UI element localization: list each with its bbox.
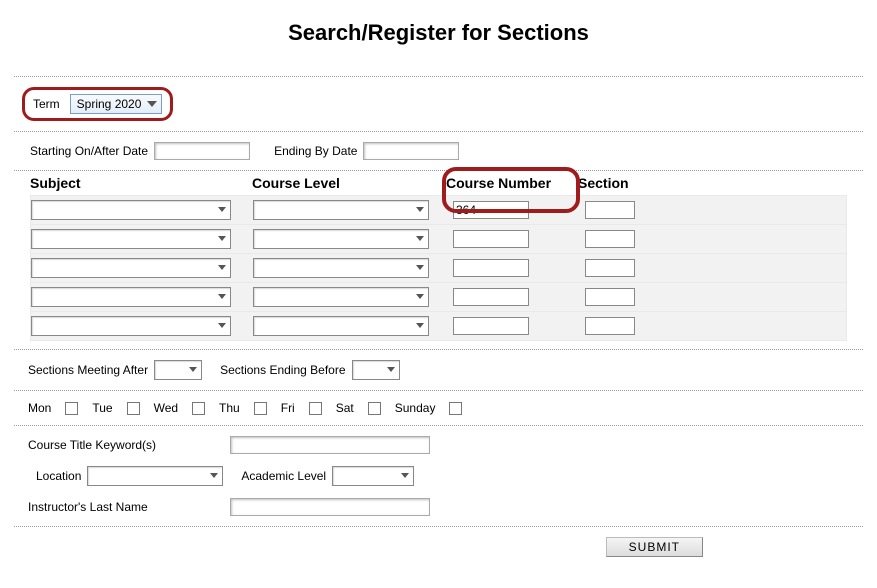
location-select[interactable]: [87, 466, 223, 486]
course-number-input[interactable]: [453, 230, 529, 248]
section-input[interactable]: [585, 317, 635, 335]
divider: [14, 349, 863, 350]
day-thu-checkbox[interactable]: [254, 402, 267, 415]
day-sat-checkbox[interactable]: [368, 402, 381, 415]
page-title: Search/Register for Sections: [14, 20, 863, 46]
start-date-input[interactable]: [154, 142, 250, 160]
chevron-down-icon: [387, 367, 395, 373]
level-select[interactable]: [253, 200, 429, 220]
subject-select[interactable]: [31, 287, 231, 307]
day-wed-label: Wed: [154, 401, 178, 415]
course-number-input[interactable]: [453, 259, 529, 277]
criteria-row: [30, 195, 847, 225]
course-number-input[interactable]: [453, 317, 529, 335]
divider: [14, 526, 863, 527]
subject-select[interactable]: [31, 200, 231, 220]
day-fri-label: Fri: [281, 401, 295, 415]
location-label: Location: [36, 469, 81, 483]
header-subject: Subject: [30, 175, 252, 191]
academic-level-select[interactable]: [332, 466, 414, 486]
header-section: Section: [578, 175, 652, 191]
divider: [14, 425, 863, 426]
chevron-down-icon: [218, 294, 226, 300]
chevron-down-icon: [401, 473, 409, 479]
criteria-row: [30, 225, 847, 254]
chevron-down-icon: [416, 207, 424, 213]
subject-select[interactable]: [31, 316, 231, 336]
day-thu-label: Thu: [219, 401, 240, 415]
level-select[interactable]: [253, 229, 429, 249]
chevron-down-icon: [416, 236, 424, 242]
end-date-input[interactable]: [363, 142, 459, 160]
divider: [14, 76, 863, 77]
level-select[interactable]: [253, 287, 429, 307]
day-tue-checkbox[interactable]: [127, 402, 140, 415]
criteria-row: [30, 254, 847, 283]
level-select[interactable]: [253, 258, 429, 278]
divider: [14, 131, 863, 132]
criteria-row: [30, 283, 847, 312]
day-tue-label: Tue: [92, 401, 112, 415]
day-fri-checkbox[interactable]: [309, 402, 322, 415]
term-label: Term: [33, 97, 60, 111]
level-select[interactable]: [253, 316, 429, 336]
academic-level-label: Academic Level: [241, 469, 326, 483]
criteria-row: [30, 312, 847, 341]
instructor-input[interactable]: [230, 498, 430, 516]
chevron-down-icon: [416, 323, 424, 329]
day-wed-checkbox[interactable]: [192, 402, 205, 415]
header-course-number: Course Number: [446, 175, 578, 191]
term-select[interactable]: Spring 2020: [70, 94, 163, 114]
chevron-down-icon: [416, 294, 424, 300]
term-highlight: Term Spring 2020: [22, 87, 173, 121]
day-mon-checkbox[interactable]: [65, 402, 78, 415]
day-sun-label: Sunday: [395, 401, 436, 415]
keywords-input[interactable]: [230, 436, 430, 454]
day-mon-label: Mon: [28, 401, 51, 415]
divider: [14, 390, 863, 391]
section-input[interactable]: [585, 288, 635, 306]
chevron-down-icon: [218, 236, 226, 242]
section-input[interactable]: [585, 230, 635, 248]
submit-button[interactable]: SUBMIT: [606, 537, 703, 557]
start-date-label: Starting On/After Date: [30, 144, 148, 158]
divider: [14, 170, 863, 171]
chevron-down-icon: [218, 323, 226, 329]
header-level: Course Level: [252, 175, 446, 191]
chevron-down-icon: [189, 367, 197, 373]
ending-before-select[interactable]: [352, 360, 400, 380]
section-input[interactable]: [585, 259, 635, 277]
day-sat-label: Sat: [336, 401, 354, 415]
end-date-label: Ending By Date: [274, 144, 357, 158]
course-number-input[interactable]: [453, 201, 529, 219]
chevron-down-icon: [147, 101, 157, 108]
meeting-after-label: Sections Meeting After: [28, 363, 148, 377]
term-value: Spring 2020: [77, 97, 142, 111]
ending-before-label: Sections Ending Before: [220, 363, 345, 377]
chevron-down-icon: [416, 265, 424, 271]
chevron-down-icon: [218, 207, 226, 213]
chevron-down-icon: [218, 265, 226, 271]
chevron-down-icon: [210, 473, 218, 479]
subject-select[interactable]: [31, 258, 231, 278]
subject-select[interactable]: [31, 229, 231, 249]
day-sun-checkbox[interactable]: [449, 402, 462, 415]
meeting-after-select[interactable]: [154, 360, 202, 380]
instructor-label: Instructor's Last Name: [28, 500, 224, 514]
keywords-label: Course Title Keyword(s): [28, 438, 224, 452]
course-number-input[interactable]: [453, 288, 529, 306]
section-input[interactable]: [585, 201, 635, 219]
